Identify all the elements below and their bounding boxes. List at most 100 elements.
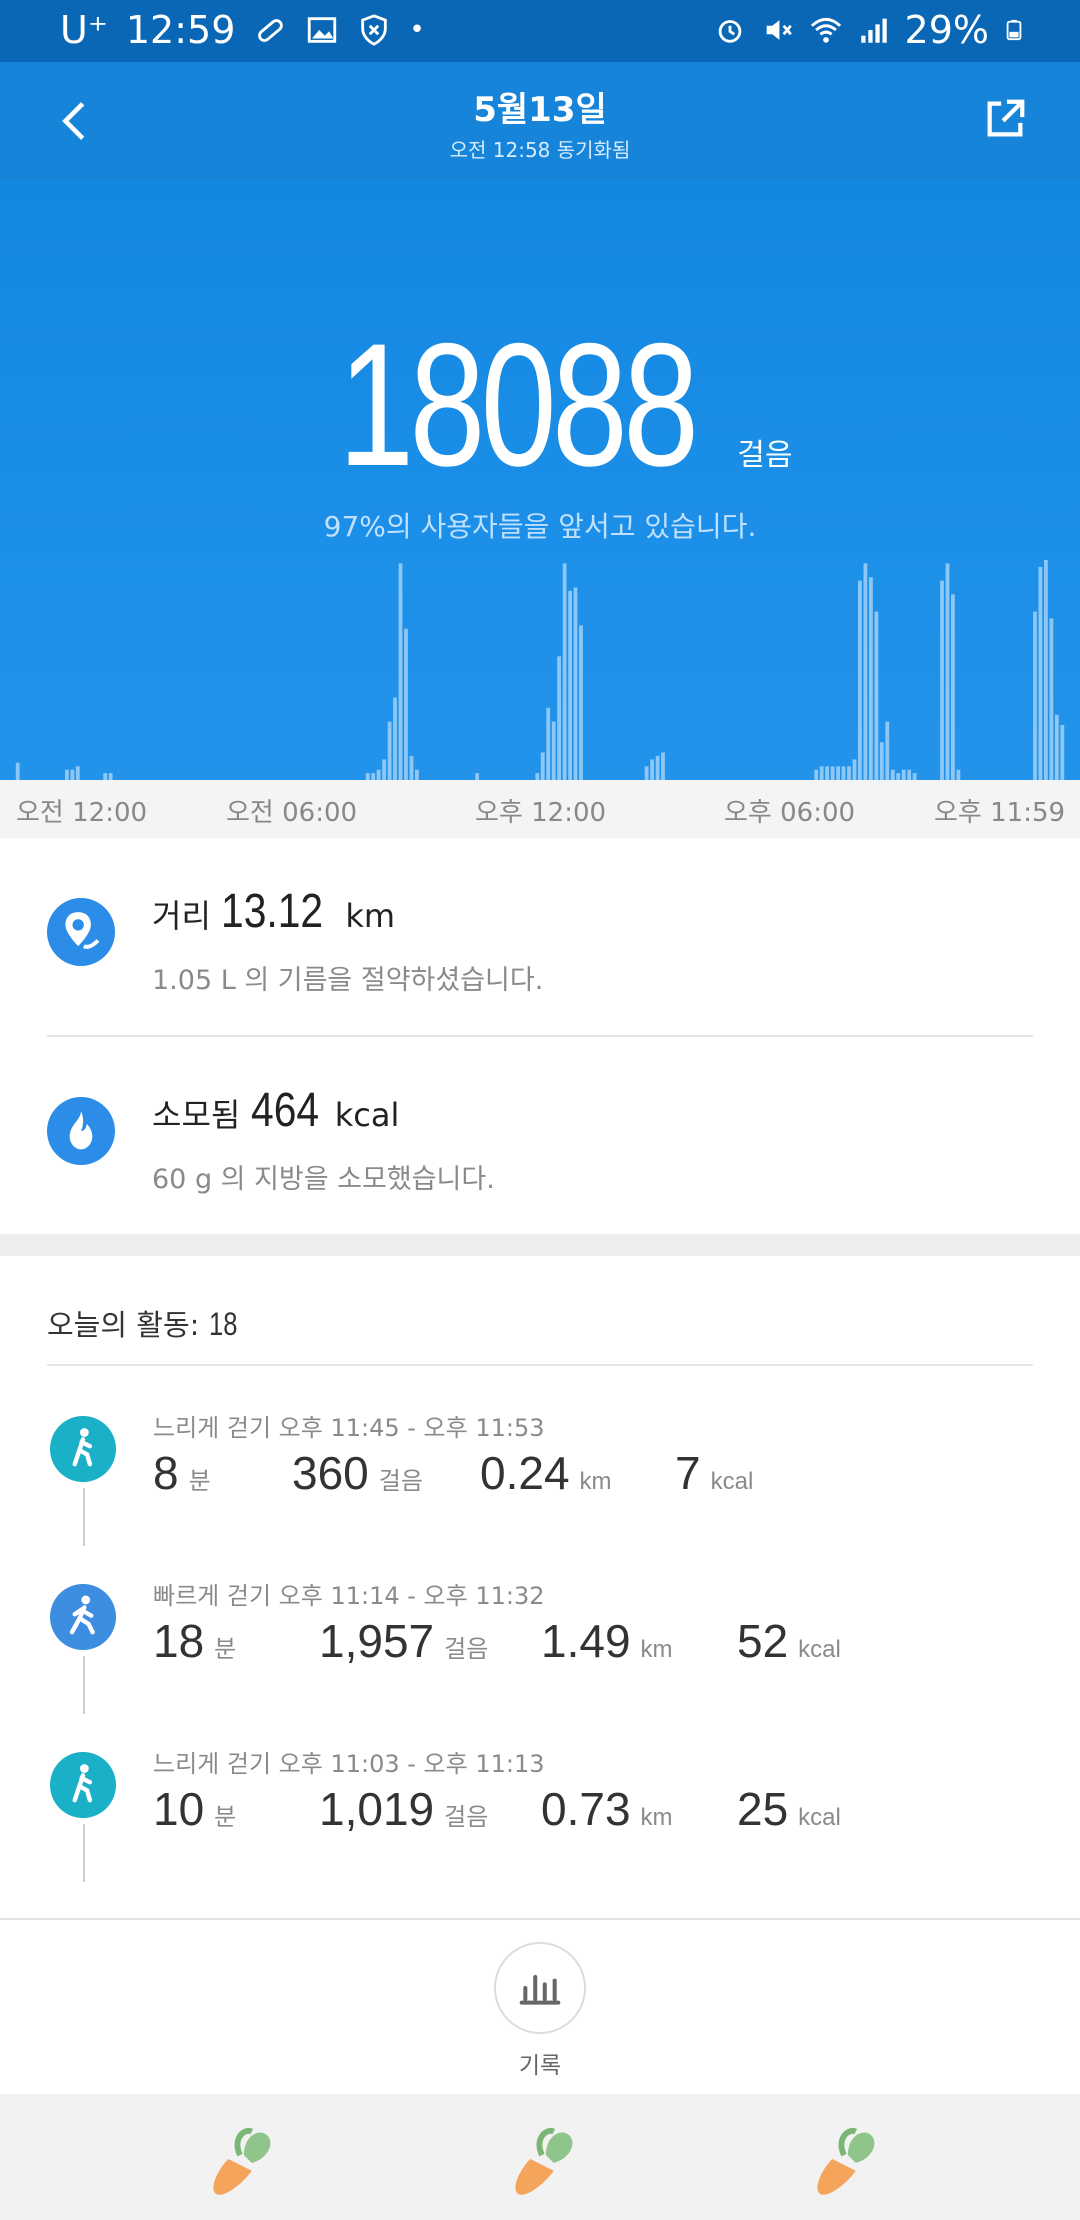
wifi-icon (810, 17, 841, 43)
step-bar (409, 755, 414, 780)
step-bar (945, 563, 950, 780)
mute-icon (766, 20, 792, 40)
kcal-unit: kcal (798, 1804, 841, 1831)
minutes-unit: 분 (214, 1636, 237, 1663)
step-bar (847, 766, 851, 780)
chart-x-axis: 오전 12:00 오전 06:00 오후 12:00 오후 06:00 오후 1… (0, 780, 1080, 838)
step-bar (475, 773, 479, 780)
section-separator (0, 1234, 1080, 1256)
step-bar (956, 769, 961, 780)
step-bar (108, 773, 113, 780)
step-bar (365, 773, 370, 780)
carrot-icon[interactable] (200, 2116, 280, 2202)
kcal-unit: kcal (710, 1468, 754, 1495)
history-button[interactable] (494, 1942, 586, 2034)
timeline-connector (83, 1824, 85, 1882)
kcal-unit: kcal (798, 1636, 841, 1663)
activity-item[interactable]: 빠르게 걷기 오후 11:14 - 오후 11:32 18 분 1,957 걸음 1… (0, 1566, 1080, 1734)
carrier-label: U⁺ (60, 8, 108, 52)
step-unit: 걸음 (737, 438, 793, 473)
clock: 12:59 (125, 8, 236, 52)
step-bar (1054, 714, 1059, 780)
activities-header: 오늘의 활동: 18 (47, 1302, 244, 1344)
pill-icon (258, 19, 284, 42)
signal-icon (860, 18, 887, 43)
timeline-connector (83, 1656, 85, 1714)
step-bar (874, 611, 879, 780)
activity-item[interactable]: 느리게 걷기 오후 11:45 - 오후 11:53 8분 360 걸음 0.24… (0, 1398, 1080, 1566)
percentile-text: 97%의 사용자들을 앞서고 있습니다. (323, 510, 757, 543)
notification-dot-icon: • (409, 15, 425, 45)
step-bar (382, 759, 386, 780)
activity-title: 느리게 걷기 오후 11:03 - 오후 11:13 (153, 1750, 545, 1778)
step-bar (573, 587, 578, 780)
x-tick-label: 오후 06:00 (724, 798, 856, 828)
step-bar (890, 769, 895, 780)
location-pin-icon (47, 898, 115, 966)
carrot-icon[interactable] (804, 2116, 884, 2202)
activity-minutes: 10 (153, 1783, 205, 1835)
distance-unit: km (640, 1804, 673, 1831)
minutes-unit: 분 (214, 1804, 237, 1831)
step-bar (376, 769, 381, 780)
activity-title: 느리게 걷기 오후 11:45 - 오후 11:53 (153, 1414, 545, 1442)
activities-count: 18 (208, 1306, 238, 1342)
distance-value: 13.12 (221, 885, 324, 938)
steps-unit: 걸음 (444, 1636, 489, 1663)
step-bar (551, 721, 556, 780)
step-bar (1049, 618, 1054, 780)
flame-icon (47, 1097, 115, 1165)
x-tick-label: 오후 12:00 (475, 798, 607, 828)
step-bar (650, 759, 654, 780)
step-bar (371, 773, 376, 780)
step-bar (841, 766, 846, 780)
step-bar (836, 766, 840, 780)
step-bar (535, 773, 540, 780)
step-bar (879, 742, 884, 780)
share-icon[interactable] (982, 96, 1028, 142)
step-bar (940, 580, 944, 780)
activity-kcal: 25 (737, 1783, 789, 1835)
activity-kcal: 52 (737, 1615, 789, 1667)
step-bar (65, 769, 69, 780)
step-bar (404, 628, 408, 780)
status-bar: U⁺ 12:59 • 29% (0, 0, 1080, 62)
battery-icon (1006, 19, 1022, 41)
step-bar (562, 563, 567, 780)
gallery-icon (308, 17, 337, 43)
step-bar (644, 766, 649, 780)
step-bar (951, 594, 955, 780)
step-bar (387, 721, 392, 780)
carrot-icon[interactable] (502, 2116, 582, 2202)
step-bar (814, 769, 819, 780)
step-bar (907, 769, 912, 780)
activity-minutes: 8 (153, 1447, 179, 1499)
activity-minutes: 18 (153, 1615, 205, 1667)
step-bar (75, 766, 80, 780)
page-title: 5월13일 (473, 90, 607, 130)
step-bar (1060, 725, 1065, 780)
activity-distance: 1.49 (541, 1615, 631, 1667)
distance-unit: km (640, 1636, 673, 1663)
calories-stat[interactable]: 소모됨 464 kcal 60 g 의 지방을 소모했습니다. (0, 1037, 1080, 1227)
step-bar (901, 769, 906, 780)
distance-label: 거리 (152, 897, 211, 935)
activity-item[interactable]: 느리게 걷기 오후 11:03 - 오후 11:13 10 분 1,019 걸음 0… (0, 1734, 1080, 1902)
fat-burned-note: 60 g 의 지방을 소모했습니다. (152, 1164, 495, 1195)
steps-unit: 걸음 (378, 1468, 423, 1495)
step-bar (1033, 611, 1037, 780)
step-bar (70, 769, 75, 780)
battery-percent: 29% (904, 8, 989, 52)
x-tick-label: 오전 12:00 (16, 798, 148, 828)
step-bar (546, 707, 551, 780)
step-bar (393, 697, 397, 780)
distance-unit: km (579, 1468, 612, 1495)
step-bar (661, 752, 665, 780)
activity-steps: 360 (292, 1447, 369, 1499)
step-bar (852, 759, 857, 780)
steps-unit: 걸음 (444, 1804, 489, 1831)
distance-stat[interactable]: 거리 13.12 km 1.05 L 의 기름을 절약하셨습니다. (0, 838, 1080, 1028)
step-count-display: 18088 걸음 (0, 305, 1080, 506)
walking-icon (50, 1752, 116, 1818)
activity-kcal: 7 (675, 1447, 701, 1499)
